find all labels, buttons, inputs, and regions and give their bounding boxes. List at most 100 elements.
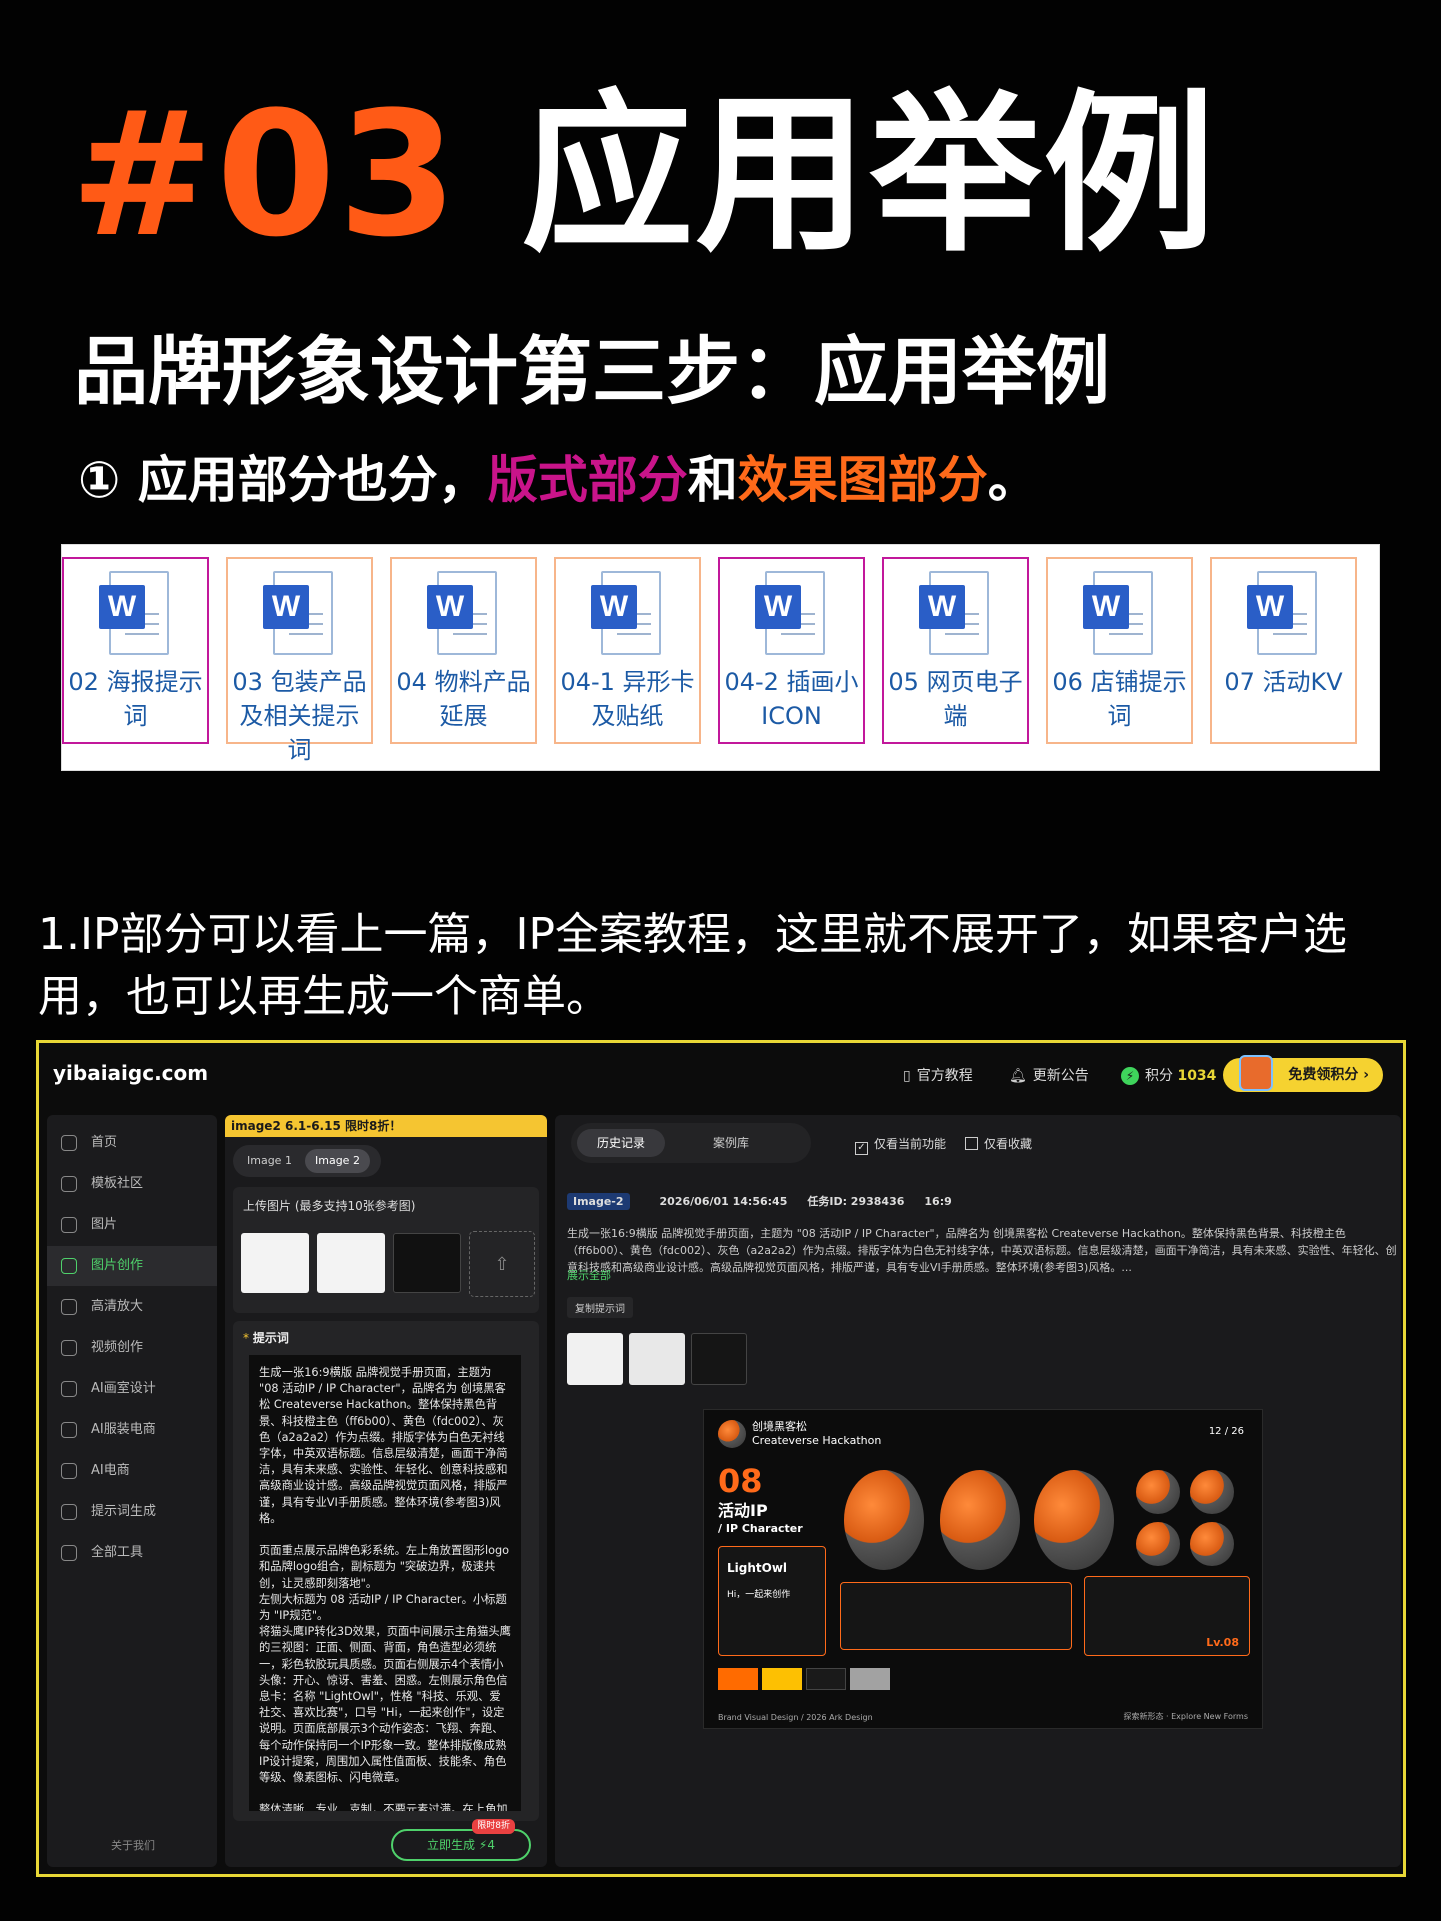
swatch-orange <box>718 1668 758 1690</box>
word-file-4[interactable]: W 04-1 异形卡及贴纸 <box>554 557 701 744</box>
nav-icon <box>61 1545 77 1561</box>
upload-button[interactable]: ⇧ <box>469 1231 535 1297</box>
sidebar-item-3[interactable]: 图片 <box>47 1205 217 1245</box>
updates-link[interactable]: 🔔︎ 更新公告 <box>1009 1065 1089 1085</box>
intro-render-part: 效果图部分 <box>737 451 988 509</box>
generated-image-preview[interactable]: 创境黑客松 Createverse Hackathon 12 / 26 08 活动… <box>703 1409 1263 1729</box>
card-page-number: 12 / 26 <box>1208 1426 1244 1437</box>
action-poses <box>840 1582 1072 1650</box>
stats-panel: Lv.08 <box>1084 1576 1250 1656</box>
tab-image-2[interactable]: Image 2 <box>305 1149 370 1173</box>
owl-back-view <box>1034 1470 1114 1570</box>
results-panel: 历史记录 案例库 ✓ 仅看当前功能 仅看收藏 Image-2 2026/06/01 … <box>555 1115 1401 1867</box>
nav-icon <box>61 1258 77 1274</box>
sidebar-item-7[interactable]: AI画室设计 <box>47 1369 217 1409</box>
sidebar-item-5[interactable]: 高清放大 <box>47 1287 217 1327</box>
tutorial-label: 官方教程 <box>916 1068 973 1084</box>
word-file-3[interactable]: W 04 物料产品延展 <box>390 557 537 744</box>
sidebar-item-label: 视频创作 <box>91 1340 144 1355</box>
top-bar: yibaiaigc.com ▯ 官方教程 🔔︎ 更新公告 ⚡︎ 积分 1034 免费领… <box>39 1043 1403 1107</box>
file-name: 06 店铺提示词 <box>1052 668 1187 730</box>
nav-icon <box>61 1135 77 1151</box>
generate-button[interactable]: 立即生成 ⚡︎4 限时8折 <box>391 1819 531 1861</box>
upload-title: 上传图片 (最多支持10张参考图) <box>243 1199 416 1213</box>
owl-side-view <box>940 1470 1020 1570</box>
copy-prompt-button[interactable]: 复制提示词 <box>567 1297 633 1318</box>
hero-title: #03 应用举例 <box>70 80 1217 270</box>
gift-icon <box>1239 1055 1273 1091</box>
points-label: 积分 <box>1145 1068 1173 1084</box>
card-footer-left: Brand Visual Design / 2026 Ark Design <box>718 1713 873 1722</box>
filter-favorites[interactable]: 仅看收藏 <box>965 1135 1032 1152</box>
bell-icon: 🔔︎ <box>1009 1068 1027 1084</box>
owl-expression-1 <box>1136 1470 1180 1514</box>
points-display[interactable]: ⚡︎ 积分 1034 <box>1121 1065 1216 1085</box>
hero-number: #03 <box>70 74 460 275</box>
sidebar-item-label: AI画室设计 <box>91 1381 156 1396</box>
word-file-1[interactable]: W 02 海报提示词 <box>62 557 209 744</box>
nav-icon <box>61 1340 77 1356</box>
tab-history[interactable]: 历史记录 <box>577 1129 666 1157</box>
points-value: 1034 <box>1177 1068 1217 1084</box>
reference-thumb-2[interactable] <box>317 1233 385 1293</box>
nav-icon <box>61 1217 77 1233</box>
result-thumb-2[interactable] <box>629 1333 685 1385</box>
nav-icon <box>61 1176 77 1192</box>
prompt-textarea[interactable]: 生成一张16:9横版 品牌视觉手册页面，主题为 "08 活动IP / IP Ch… <box>249 1355 521 1811</box>
sidebar-item-label: 首页 <box>91 1135 118 1150</box>
nav-icon <box>61 1504 77 1520</box>
result-meta: Image-2 2026/06/01 14:56:45 任务ID: 2938436 1… <box>567 1193 972 1210</box>
word-file-6[interactable]: W 05 网页电子端 <box>882 557 1029 744</box>
owl-expression-2 <box>1190 1470 1234 1514</box>
intro-prefix: ① 应用部分也分， <box>78 451 488 509</box>
file-name: 04 物料产品延展 <box>396 668 531 730</box>
book-icon: ▯ <box>903 1068 911 1084</box>
updates-label: 更新公告 <box>1032 1068 1089 1084</box>
word-file-7[interactable]: W 06 店铺提示词 <box>1046 557 1193 744</box>
sidebar-item-label: 图片创作 <box>91 1258 144 1273</box>
tab-case-library[interactable]: 案例库 <box>693 1129 769 1157</box>
tutorial-link[interactable]: ▯ 官方教程 <box>903 1065 973 1085</box>
prompt-section: * 提示词 生成一张16:9横版 品牌视觉手册页面，主题为 "08 活动IP /… <box>233 1321 539 1821</box>
result-time: 2026/06/01 14:56:45 <box>659 1195 788 1208</box>
result-description: 生成一张16:9横版 品牌视觉手册页面，主题为 "08 活动IP / IP Ch… <box>567 1227 1397 1274</box>
tab-image-1[interactable]: Image 1 <box>237 1149 302 1173</box>
character-info-card: LightOwl Hi，一起来创作 <box>718 1546 826 1656</box>
promo-notice: image2 6.1-6.15 限时8折！ <box>225 1115 547 1137</box>
file-explorer-strip: W 02 海报提示词 W 03 包装产品及相关提示词 W 04 物料产品延展 W 04-1 异… <box>61 544 1380 771</box>
intro-line: ① 应用部分也分，版式部分和效果图部分。 <box>78 440 1038 512</box>
sidebar-item-9[interactable]: AI电商 <box>47 1451 217 1491</box>
word-file-5[interactable]: W 04-2 插画小ICON <box>718 557 865 744</box>
sidebar-item-11[interactable]: 全部工具 <box>47 1533 217 1573</box>
file-name: 07 活动KV <box>1224 668 1343 696</box>
about-link[interactable]: 关于我们 <box>111 1837 155 1853</box>
expand-link[interactable]: 展示全部 <box>567 1267 611 1283</box>
card-number: 08 <box>718 1462 763 1500</box>
owl-slogan: Hi，一起来创作 <box>727 1590 791 1600</box>
reference-thumb-3[interactable] <box>393 1233 461 1293</box>
filter-current-function[interactable]: ✓ 仅看当前功能 <box>855 1135 946 1155</box>
task-id: 任务ID: 2938436 <box>807 1195 905 1208</box>
sidebar-item-label: AI服装电商 <box>91 1422 156 1437</box>
hero-text: 应用举例 <box>521 74 1218 275</box>
sidebar-item-1[interactable]: 首页 <box>47 1123 217 1163</box>
card-brand: 创境黑客松 Createverse Hackathon <box>752 1420 882 1447</box>
result-thumb-3[interactable] <box>691 1333 747 1385</box>
sidebar-item-2[interactable]: 模板社区 <box>47 1164 217 1204</box>
word-file-2[interactable]: W 03 包装产品及相关提示词 <box>226 557 373 764</box>
ip-description: 1.IP部分可以看上一篇，IP全案教程，这里就不展开了，如果客户选用，也可以再生… <box>38 909 1347 1022</box>
sidebar-item-6[interactable]: 视频创作 <box>47 1328 217 1368</box>
swatch-yellow <box>762 1668 802 1690</box>
result-thumb-1[interactable] <box>567 1333 623 1385</box>
file-name: 05 网页电子端 <box>888 668 1023 730</box>
file-name: 04-2 插画小ICON <box>724 668 859 730</box>
sidebar-item-4[interactable]: 图片创作 <box>47 1246 217 1286</box>
sidebar-item-10[interactable]: 提示词生成 <box>47 1492 217 1532</box>
reference-thumb-1[interactable] <box>241 1233 309 1293</box>
sidebar-item-label: 模板社区 <box>91 1176 144 1191</box>
sidebar-item-8[interactable]: AI服装电商 <box>47 1410 217 1450</box>
word-file-8[interactable]: W 07 活动KV <box>1210 557 1357 744</box>
owl-expression-3 <box>1136 1522 1180 1566</box>
site-logo[interactable]: yibaiaigc.com <box>53 1061 208 1085</box>
lightning-icon: ⚡︎ <box>1121 1067 1139 1085</box>
